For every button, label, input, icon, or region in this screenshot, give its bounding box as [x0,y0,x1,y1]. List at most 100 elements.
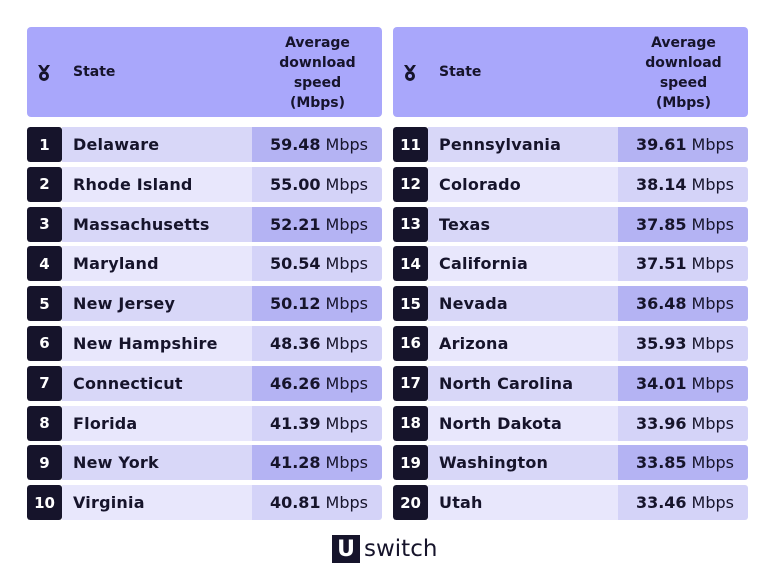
state-name: New Jersey [62,286,252,322]
state-name: California [428,246,618,282]
speed-header-line: Average [651,35,716,51]
speed-unit: Mbps [691,254,734,274]
speed-value: 50.54 Mbps [252,246,382,282]
rank-badge: 6 [27,325,62,361]
state-name: Maryland [62,246,252,282]
state-name: New Hampshire [62,325,252,361]
speed-unit: Mbps [325,174,368,194]
speed-value: 41.28 Mbps [252,445,382,481]
state-name: New York [62,445,252,481]
table-row: 1 Delaware 59.48 Mbps [27,127,382,162]
rank-badge: 14 [393,246,428,282]
speed-number: 48.36 [269,333,321,353]
table-row: 5 New Jersey 50.12 Mbps [27,286,382,322]
speed-number: 41.39 [269,413,321,433]
speed-unit: Mbps [691,413,734,433]
table-row: 3 Massachusetts 52.21 Mbps [27,206,382,242]
speed-header-line: (Mbps) [289,95,346,111]
state-name: Connecticut [62,365,252,401]
speed-unit: Mbps [325,214,368,234]
table-row: 11 Pennsylvania 39.61 Mbps [393,127,748,162]
state-name: Virginia [62,485,252,521]
table-row: 10 Virginia 40.81 Mbps [27,485,382,521]
rank-badge: 16 [393,325,428,361]
speed-header-line: download [279,55,356,71]
speed-value: 37.85 Mbps [618,206,748,242]
speed-unit: Mbps [325,254,368,274]
state-name: North Carolina [428,365,618,401]
uswitch-logo: U switch [332,535,437,563]
table-row: 16 Arizona 35.93 Mbps [393,325,748,361]
state-column-header: State [73,64,116,80]
speed-number: 36.48 [635,294,687,314]
rank-badge: 13 [393,206,428,242]
rank-badge: 19 [393,445,428,481]
speed-number: 50.12 [269,294,321,314]
rank-badge: 1 [27,127,62,162]
speed-value: 37.51 Mbps [618,246,748,282]
speed-unit: Mbps [691,174,734,194]
table-row: 15 Nevada 36.48 Mbps [393,286,748,322]
speed-value: 35.93 Mbps [618,325,748,361]
speed-unit: Mbps [691,333,734,353]
table-row: 6 New Hampshire 48.36 Mbps [27,325,382,361]
speed-number: 59.48 [269,135,321,154]
table-row: 13 Texas 37.85 Mbps [393,206,748,242]
rank-badge: 18 [393,405,428,441]
speed-unit: Mbps [325,453,368,473]
speed-unit: Mbps [325,493,368,513]
state-column-header: State [439,64,482,80]
speed-value: 36.48 Mbps [618,286,748,322]
rank-badge: 17 [393,365,428,401]
speed-header-line: download [645,55,722,71]
speed-header-line: Average [285,35,350,51]
speed-number: 38.14 [635,174,687,194]
ranking-table-right: State Average download speed (Mbps) 11 Pe… [393,27,748,525]
medal-icon [38,65,50,81]
speed-number: 35.93 [635,333,687,353]
table-row: 12 Colorado 38.14 Mbps [393,166,748,202]
table-row: 14 California 37.51 Mbps [393,246,748,282]
state-name: Colorado [428,166,618,202]
rank-badge: 5 [27,286,62,322]
rank-badge: 11 [393,127,428,162]
speed-unit: Mbps [691,135,734,154]
speed-number: 41.28 [269,453,321,473]
table-body: 1 Delaware 59.48 Mbps 2 Rhode Island 55.00 Mbps… [27,127,382,521]
rank-badge: 3 [27,206,62,242]
speed-value: 52.21 Mbps [252,206,382,242]
state-name: Delaware [62,127,252,162]
speed-number: 50.54 [269,254,321,274]
speed-number: 55.00 [269,174,321,194]
speed-value: 48.36 Mbps [252,325,382,361]
speed-value: 33.96 Mbps [618,405,748,441]
speed-value: 59.48 Mbps [252,127,382,162]
state-name: Washington [428,445,618,481]
speed-unit: Mbps [325,135,368,154]
speed-unit: Mbps [325,333,368,353]
state-name: Massachusetts [62,206,252,242]
speed-header-line: speed [659,75,708,91]
state-name: Florida [62,405,252,441]
rank-badge: 9 [27,445,62,481]
speed-unit: Mbps [691,373,734,393]
speed-column-header: Average download speed (Mbps) [619,33,748,113]
medal-icon [404,65,416,81]
state-name: Utah [428,485,618,521]
table-body: 11 Pennsylvania 39.61 Mbps 12 Colorado 38.14 Mb… [393,127,748,521]
rank-badge: 12 [393,166,428,202]
speed-value: 33.85 Mbps [618,445,748,481]
speed-number: 37.51 [635,254,687,274]
speed-unit: Mbps [325,413,368,433]
rank-badge: 15 [393,286,428,322]
speed-value: 55.00 Mbps [252,166,382,202]
speed-value: 39.61 Mbps [618,127,748,162]
speed-unit: Mbps [691,214,734,234]
speed-value: 34.01 Mbps [618,365,748,401]
table-row: 18 North Dakota 33.96 Mbps [393,405,748,441]
speed-value: 46.26 Mbps [252,365,382,401]
state-name: Texas [428,206,618,242]
speed-unit: Mbps [325,294,368,314]
speed-header-line: speed [293,75,342,91]
speed-header-line: (Mbps) [655,95,712,111]
